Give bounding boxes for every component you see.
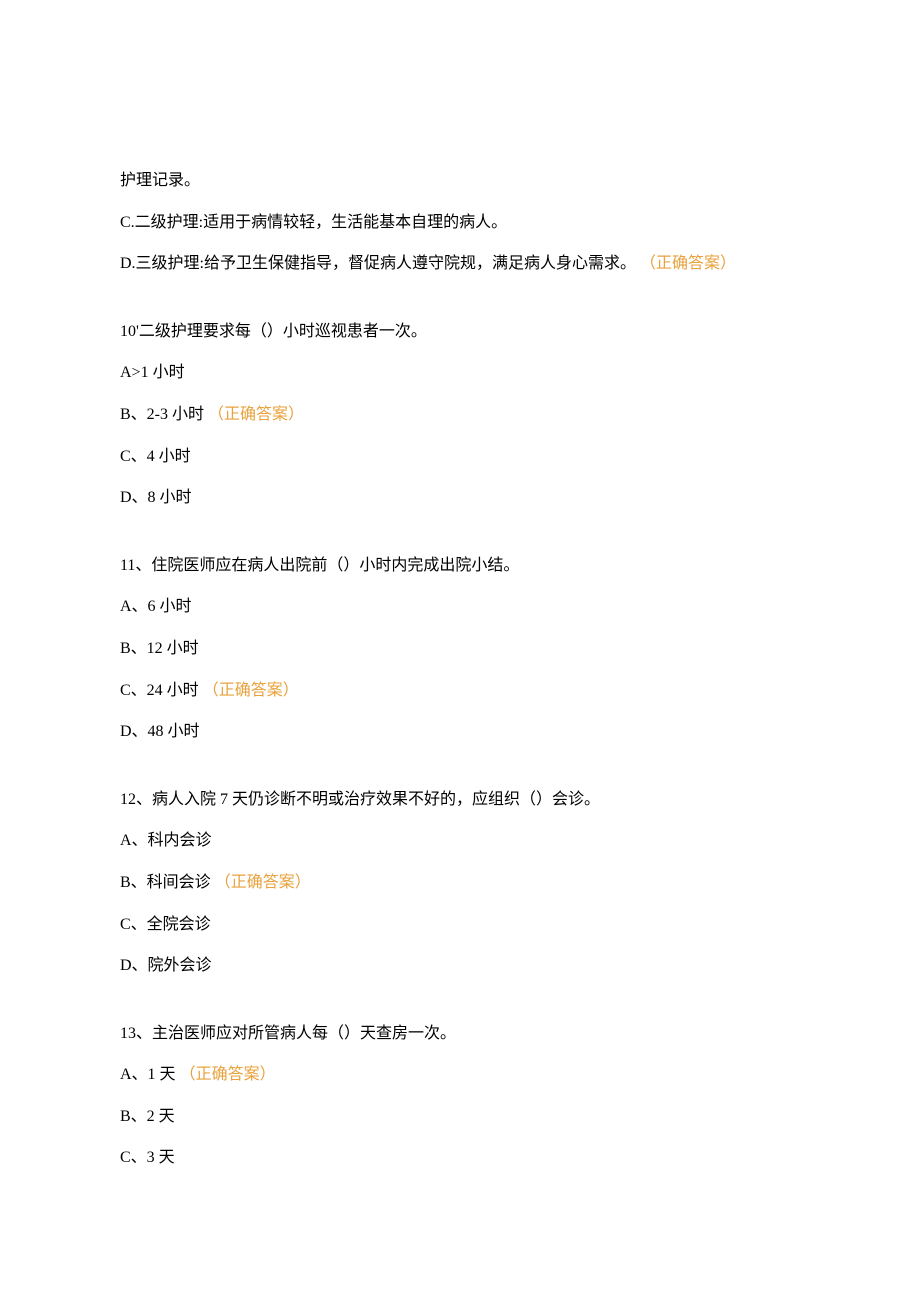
question-stem: 13、主治医师应对所管病人每（）天查房一次。 [120,1021,800,1047]
option-b-text: B、科间会诊 [120,874,211,891]
question-stem: 10'二级护理要求每（）小时巡视患者一次。 [120,319,800,345]
question-11: 11、住院医师应在病人出院前（）小时内完成出院小结。 A、6 小时 B、12 小… [120,553,800,745]
option-a: A、科内会诊 [120,828,800,854]
question-stem: 12、病人入院 7 天仍诊断不明或治疗效果不好的，应组织（）会诊。 [120,787,800,813]
option-a: A>1 小时 [120,360,800,386]
correct-answer-label: （正确答案） [180,1066,276,1083]
option-c-text: C、24 小时 [120,682,199,699]
option-d: D、8 小时 [120,485,800,511]
question-13: 13、主治医师应对所管病人每（）天查房一次。 A、1 天 （正确答案） B、2 … [120,1021,800,1171]
option-d: D、院外会诊 [120,953,800,979]
option-c: C、全院会诊 [120,912,800,938]
question-9-continued: 护理记录。 C.二级护理:适用于病情较轻，生活能基本自理的病人。 D.三级护理:… [120,168,800,277]
question-stem: 11、住院医师应在病人出院前（）小时内完成出院小结。 [120,553,800,579]
option-a: A、1 天 （正确答案） [120,1062,800,1088]
option-a-text: A、1 天 [120,1066,176,1083]
option-c: C、3 天 [120,1145,800,1171]
option-a: A、6 小时 [120,594,800,620]
option-c: C、4 小时 [120,444,800,470]
question-12: 12、病人入院 7 天仍诊断不明或治疗效果不好的，应组织（）会诊。 A、科内会诊… [120,787,800,979]
correct-answer-label: （正确答案） [215,874,311,891]
option-b-text: B、2-3 小时 [120,406,204,423]
option-d: D、48 小时 [120,719,800,745]
option-b: B、12 小时 [120,636,800,662]
option-b: B、2 天 [120,1104,800,1130]
option-c: C.二级护理:适用于病情较轻，生活能基本自理的病人。 [120,210,800,236]
correct-answer-label: （正确答案） [208,406,304,423]
text-line: 护理记录。 [120,168,800,194]
option-b: B、2-3 小时 （正确答案） [120,402,800,428]
option-c: C、24 小时 （正确答案） [120,678,800,704]
document-page: 护理记录。 C.二级护理:适用于病情较轻，生活能基本自理的病人。 D.三级护理:… [0,0,920,1313]
option-d-text: D.三级护理:给予卫生保健指导，督促病人遵守院规，满足病人身心需求。 [120,255,636,272]
question-10: 10'二级护理要求每（）小时巡视患者一次。 A>1 小时 B、2-3 小时 （正… [120,319,800,511]
correct-answer-label: （正确答案） [640,255,736,272]
correct-answer-label: （正确答案） [203,682,299,699]
option-b: B、科间会诊 （正确答案） [120,870,800,896]
option-d: D.三级护理:给予卫生保健指导，督促病人遵守院规，满足病人身心需求。 （正确答案… [120,251,800,277]
